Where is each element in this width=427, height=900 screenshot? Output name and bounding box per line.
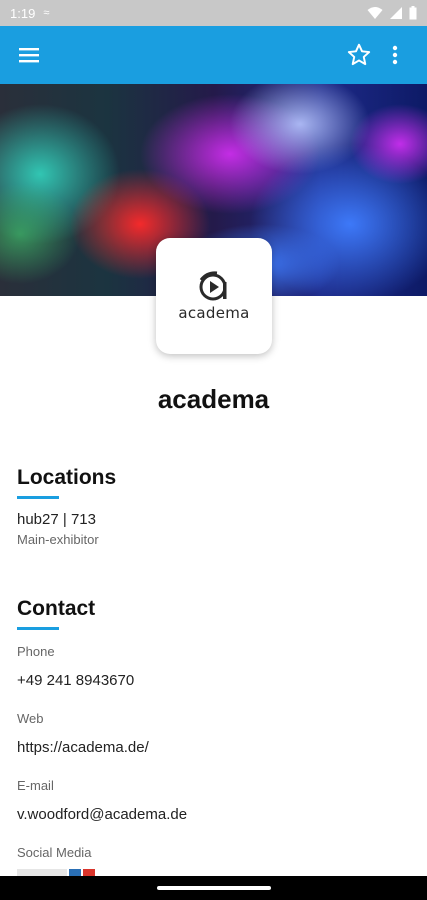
section-underline bbox=[17, 627, 59, 630]
menu-icon bbox=[19, 48, 39, 63]
youtube-icon bbox=[83, 869, 95, 876]
star-outline-icon bbox=[347, 43, 371, 66]
social-media-label: Social Media bbox=[17, 845, 92, 860]
phone-field: Phone bbox=[17, 644, 410, 659]
contact-title: Contact bbox=[17, 597, 96, 620]
email-value-row[interactable]: v.woodford@academa.de bbox=[17, 806, 410, 823]
status-time: 1:19 bbox=[10, 5, 36, 21]
home-gesture-handle[interactable] bbox=[156, 886, 271, 890]
overflow-menu-button[interactable] bbox=[377, 37, 413, 73]
linkedin-icon bbox=[69, 869, 81, 876]
location-name: hub27 | 713 bbox=[17, 511, 96, 528]
exhibitor-name: academa bbox=[157, 384, 270, 414]
app-bar bbox=[0, 26, 427, 84]
web-value-row[interactable]: https://academa.de/ bbox=[17, 739, 410, 756]
favorite-button[interactable] bbox=[341, 37, 377, 73]
status-notification-icon: ≈ bbox=[43, 7, 50, 19]
status-bar: 1:19 ≈ bbox=[0, 0, 427, 26]
locations-title: Locations bbox=[17, 466, 117, 489]
signal-icon bbox=[390, 7, 402, 19]
social-icon-placeholder bbox=[17, 869, 67, 876]
system-navigation-bar bbox=[0, 876, 427, 900]
battery-icon bbox=[409, 6, 417, 20]
email-link[interactable]: v.woodford@academa.de bbox=[17, 806, 410, 823]
location-item[interactable]: hub27 | 713 Main-exhibitor bbox=[17, 511, 410, 547]
location-role: Main-exhibitor bbox=[17, 532, 99, 547]
web-field: Web bbox=[17, 711, 410, 726]
phone-label: Phone bbox=[17, 644, 55, 659]
academa-logo-icon bbox=[199, 271, 227, 301]
locations-section: Locations hub27 | 713 Main-exhibitor bbox=[17, 466, 410, 547]
menu-button[interactable] bbox=[14, 40, 44, 70]
email-label: E-mail bbox=[17, 778, 54, 793]
exhibitor-logo: academa bbox=[156, 238, 272, 354]
wifi-icon bbox=[367, 7, 383, 19]
web-link[interactable]: https://academa.de/ bbox=[17, 739, 410, 756]
email-field: E-mail bbox=[17, 778, 410, 793]
contact-section: Contact bbox=[17, 597, 410, 630]
more-vertical-icon bbox=[392, 45, 398, 65]
phone-value[interactable]: +49 241 8943670 bbox=[17, 672, 410, 689]
logo-wordmark: academa bbox=[178, 304, 250, 322]
phone-value-row[interactable]: +49 241 8943670 bbox=[17, 672, 410, 689]
web-label: Web bbox=[17, 711, 44, 726]
status-icons bbox=[367, 6, 417, 20]
section-underline bbox=[17, 496, 59, 499]
social-media-icons[interactable] bbox=[17, 869, 107, 876]
social-media-field: Social Media bbox=[17, 845, 410, 860]
